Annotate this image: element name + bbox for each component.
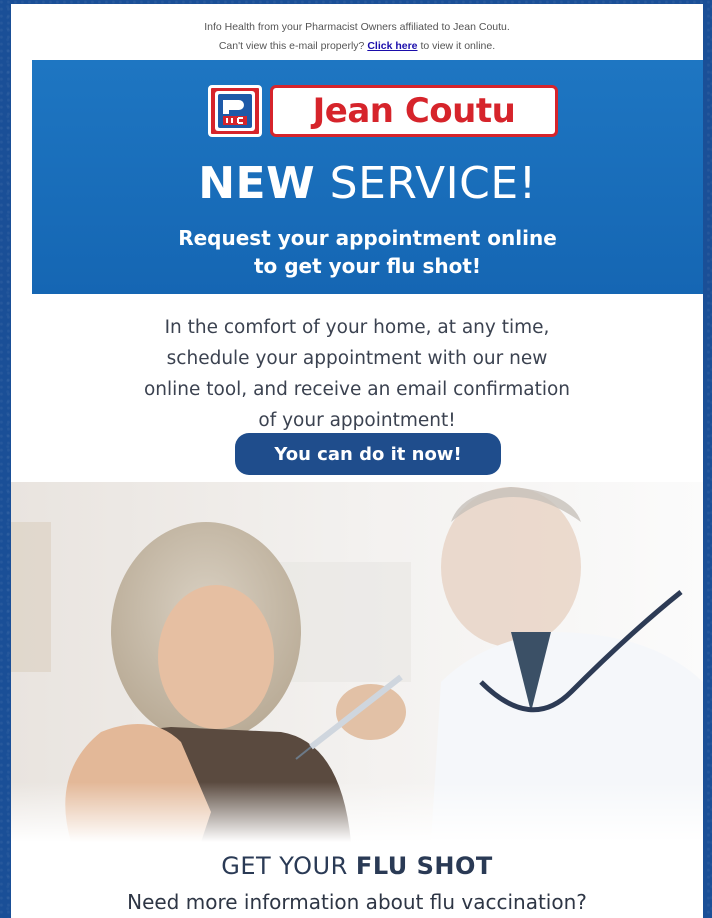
hero-photo-vaccination bbox=[11, 482, 703, 842]
intro-line: online tool, and receive an email confir… bbox=[143, 379, 571, 400]
flu-info-subtitle: Need more information about flu vaccinat… bbox=[127, 890, 587, 914]
preheader-line: Info Health from your Pharmacist Owners … bbox=[204, 21, 510, 33]
flu-shot-title: GET YOUR FLU SHOT bbox=[11, 852, 703, 880]
title-bold: FLU SHOT bbox=[355, 852, 493, 880]
intro-line: schedule your appointment with our new bbox=[166, 348, 548, 369]
subhead-line: Request your appointment online bbox=[178, 226, 557, 250]
headline-light: SERVICE! bbox=[329, 158, 537, 209]
preheader-prefix: Can't view this e-mail properly? bbox=[218, 40, 365, 52]
photo-fade bbox=[11, 782, 703, 842]
email-body: Info Health from your Pharmacist Owners … bbox=[11, 4, 703, 918]
preheader: Info Health from your Pharmacist Owners … bbox=[11, 4, 703, 56]
pjc-logo-icon bbox=[208, 85, 262, 137]
preheader-view-online-line: Can't view this e-mail properly? Click h… bbox=[11, 37, 703, 56]
intro-line: In the comfort of your home, at any time… bbox=[164, 317, 550, 338]
intro-paragraph: In the comfort of your home, at any time… bbox=[11, 312, 703, 436]
logo-wordmark: Jean Coutu bbox=[270, 85, 558, 137]
logo-wordmark-text: Jean Coutu bbox=[312, 91, 516, 131]
jean-coutu-logo[interactable]: Jean Coutu bbox=[208, 84, 558, 138]
banner-headline: NEW SERVICE! bbox=[32, 158, 703, 210]
banner-subhead: Request your appointment online to get y… bbox=[32, 224, 703, 280]
preheader-suffix: to view it online. bbox=[420, 40, 496, 52]
view-online-link[interactable]: Click here bbox=[367, 40, 417, 52]
hero-banner: Jean Coutu NEW SERVICE! Request your app… bbox=[32, 60, 703, 294]
intro-line: of your appointment! bbox=[258, 410, 456, 431]
title-light: GET YOUR bbox=[221, 852, 348, 880]
do-it-now-button[interactable]: You can do it now! bbox=[235, 433, 501, 475]
subhead-line: to get your flu shot! bbox=[253, 254, 482, 278]
headline-bold: NEW bbox=[198, 158, 316, 209]
